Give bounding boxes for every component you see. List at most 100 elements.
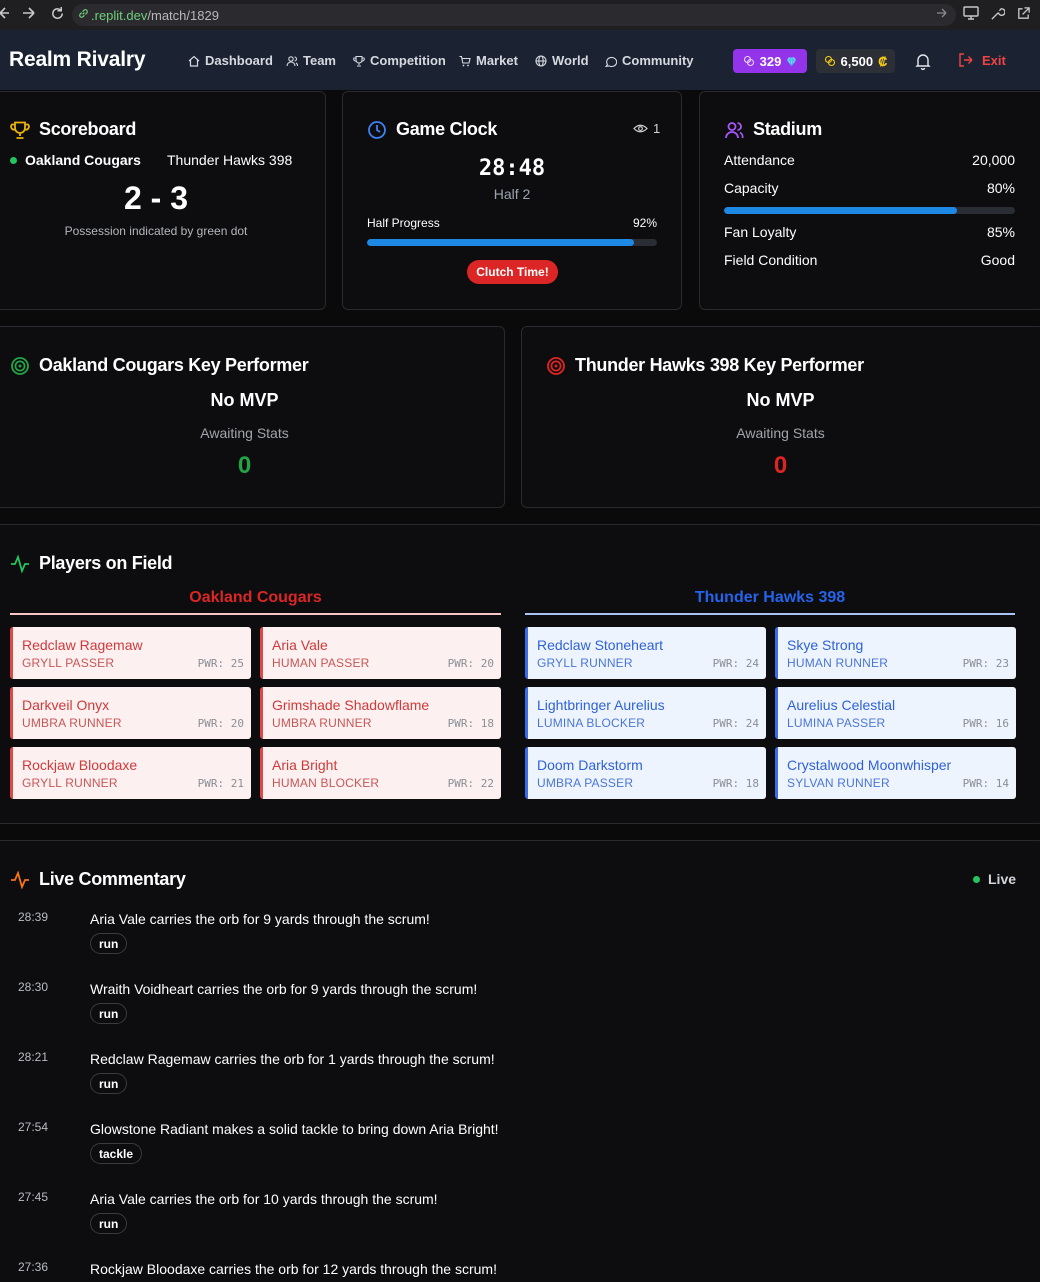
stadium-title-text: Stadium <box>753 119 822 139</box>
commentary-time: 28:30 <box>18 980 49 994</box>
nav-dashboard[interactable]: Dashboard <box>188 53 273 68</box>
globe-icon <box>535 54 547 67</box>
home-mvp: No MVP <box>210 390 279 410</box>
clutch-time-badge: Clutch Time! <box>467 260 558 284</box>
viewer-count-value: 1 <box>653 121 661 136</box>
nav-competition[interactable]: Competition <box>353 53 446 68</box>
back-arrow-icon[interactable] <box>0 6 10 20</box>
field-condition-value: Good <box>980 252 1015 268</box>
player-role: GRYLL PASSER <box>22 656 115 670</box>
player-role: GRYLL RUNNER <box>537 656 633 670</box>
player-role: HUMAN RUNNER <box>787 656 889 670</box>
commentary-text: Redclaw Ragemaw carries the orb for 1 ya… <box>90 1051 495 1067</box>
chat-icon <box>605 56 617 67</box>
live-commentary-title-text: Live Commentary <box>39 869 186 889</box>
forward-arrow-icon[interactable] <box>22 6 36 20</box>
fan-loyalty-row: Fan Loyalty 85% <box>724 224 1015 240</box>
away-key-performer-card <box>521 326 1040 508</box>
player-role: LUMINA BLOCKER <box>537 716 646 730</box>
half-progress-label: Half Progress <box>367 216 440 230</box>
attendance-value: 20,000 <box>972 152 1015 168</box>
player-power: PWR: 14 <box>962 777 1009 790</box>
player-role: SYLVAN RUNNER <box>787 776 890 790</box>
players-on-field-title: Players on Field <box>10 553 173 574</box>
activity-icon <box>11 553 29 574</box>
player-card[interactable]: Lightbringer Aurelius LUMINA BLOCKER PWR: … <box>525 687 766 739</box>
possession-dot <box>10 156 17 164</box>
commentary-time: 28:21 <box>18 1050 49 1064</box>
nav-community[interactable]: Community <box>605 53 694 68</box>
player-role: HUMAN PASSER <box>272 656 370 670</box>
player-name: Darkveil Onyx <box>22 697 110 713</box>
trophy-icon <box>353 55 365 67</box>
player-power: PWR: 18 <box>447 717 494 730</box>
address-bar[interactable]: .replit.dev/match/1829 <box>72 4 956 26</box>
live-dot <box>973 875 980 883</box>
player-card[interactable]: Grimshade Shadowflame UMBRA RUNNER PWR: 18 <box>260 687 501 739</box>
nav-dashboard-label: Dashboard <box>205 53 273 68</box>
exit-button[interactable]: Exit <box>958 52 1006 68</box>
home-key-performer-title-text: Oakland Cougars Key Performer <box>39 355 309 375</box>
away-team-heading: Thunder Hawks 398 <box>525 589 1015 615</box>
nav-world[interactable]: World <box>535 53 589 68</box>
commentary-text: Wraith Voidheart carries the orb for 9 y… <box>90 981 478 997</box>
player-card[interactable]: Darkveil Onyx UMBRA RUNNER PWR: 20 <box>10 687 251 739</box>
wrench-icon[interactable] <box>990 6 1006 24</box>
fan-loyalty-value: 85% <box>986 224 1015 240</box>
player-card[interactable]: Rockjaw Bloodaxe GRYLL RUNNER PWR: 21 <box>10 747 251 799</box>
coins-balance-badge[interactable]: 6,500 ₡ <box>816 49 895 73</box>
commentary-time: 27:54 <box>18 1120 49 1134</box>
nav-market[interactable]: Market <box>459 53 518 68</box>
half-progress-fill <box>367 239 634 246</box>
half-progress-value: 92% <box>632 216 657 230</box>
event-type-tag: run <box>90 933 128 954</box>
brand-logo-text[interactable]: Realm Rivalry <box>9 48 146 72</box>
player-name: Aria Bright <box>272 757 338 773</box>
nav-world-label: World <box>552 53 589 68</box>
home-team-label: Oakland Cougars <box>25 152 141 168</box>
scoreboard-title-text: Scoreboard <box>39 119 137 139</box>
commentary-text: Rockjaw Bloodaxe carries the orb for 12 … <box>90 1261 497 1277</box>
clock-time: 28:48 <box>478 156 546 181</box>
nav-community-label: Community <box>622 53 694 68</box>
player-card[interactable]: Aurelius Celestial LUMINA PASSER PWR: 16 <box>775 687 1016 739</box>
reload-icon[interactable] <box>50 6 65 21</box>
player-card[interactable]: Crystalwood Moonwhisper SYLVAN RUNNER PWR:… <box>775 747 1016 799</box>
nav-competition-label: Competition <box>370 53 446 68</box>
monitor-icon[interactable] <box>963 6 979 24</box>
away-team-name: Thunder Hawks 398 <box>167 152 293 168</box>
gems-amount: 329 <box>759 53 782 69</box>
notifications-bell-icon[interactable] <box>914 52 932 71</box>
go-arrow-icon[interactable] <box>936 7 948 22</box>
game-clock-title-text: Game Clock <box>396 119 498 139</box>
event-type-tag: tackle <box>90 1143 143 1164</box>
gems-balance-badge[interactable]: 329 <box>733 49 807 73</box>
fan-loyalty-label: Fan Loyalty <box>724 224 797 240</box>
eye-icon <box>633 124 648 133</box>
player-role: HUMAN BLOCKER <box>272 776 380 790</box>
player-card[interactable]: Redclaw Ragemaw GRYLL PASSER PWR: 25 <box>10 627 251 679</box>
live-label: Live <box>988 871 1017 887</box>
player-card[interactable]: Doom Darkstorm UMBRA PASSER PWR: 18 <box>525 747 766 799</box>
player-card[interactable]: Aria Bright HUMAN BLOCKER PWR: 22 <box>260 747 501 799</box>
capacity-fill <box>724 207 957 214</box>
external-link-icon[interactable] <box>1016 6 1031 24</box>
player-power: PWR: 25 <box>197 657 244 670</box>
player-card[interactable]: Aria Vale HUMAN PASSER PWR: 20 <box>260 627 501 679</box>
home-team-heading: Oakland Cougars <box>10 589 501 615</box>
browser-toolbar: .replit.dev/match/1829 <box>0 0 1040 30</box>
player-name: Redclaw Stoneheart <box>537 637 664 653</box>
cart-icon <box>459 55 471 66</box>
player-card[interactable]: Skye Strong HUMAN RUNNER PWR: 23 <box>775 627 1016 679</box>
player-card[interactable]: Redclaw Stoneheart GRYLL RUNNER PWR: 24 <box>525 627 766 679</box>
coins-amount: 6,500 <box>840 53 874 69</box>
capacity-row: Capacity 80% <box>724 180 1015 196</box>
player-role: UMBRA RUNNER <box>272 716 372 730</box>
nav-team[interactable]: Team <box>286 53 336 68</box>
player-power: PWR: 20 <box>197 717 244 730</box>
player-power: PWR: 18 <box>712 777 759 790</box>
event-type-tag: run <box>90 1073 128 1094</box>
player-power: PWR: 22 <box>447 777 494 790</box>
player-name: Rockjaw Bloodaxe <box>22 757 138 773</box>
trophy-icon <box>10 121 30 139</box>
